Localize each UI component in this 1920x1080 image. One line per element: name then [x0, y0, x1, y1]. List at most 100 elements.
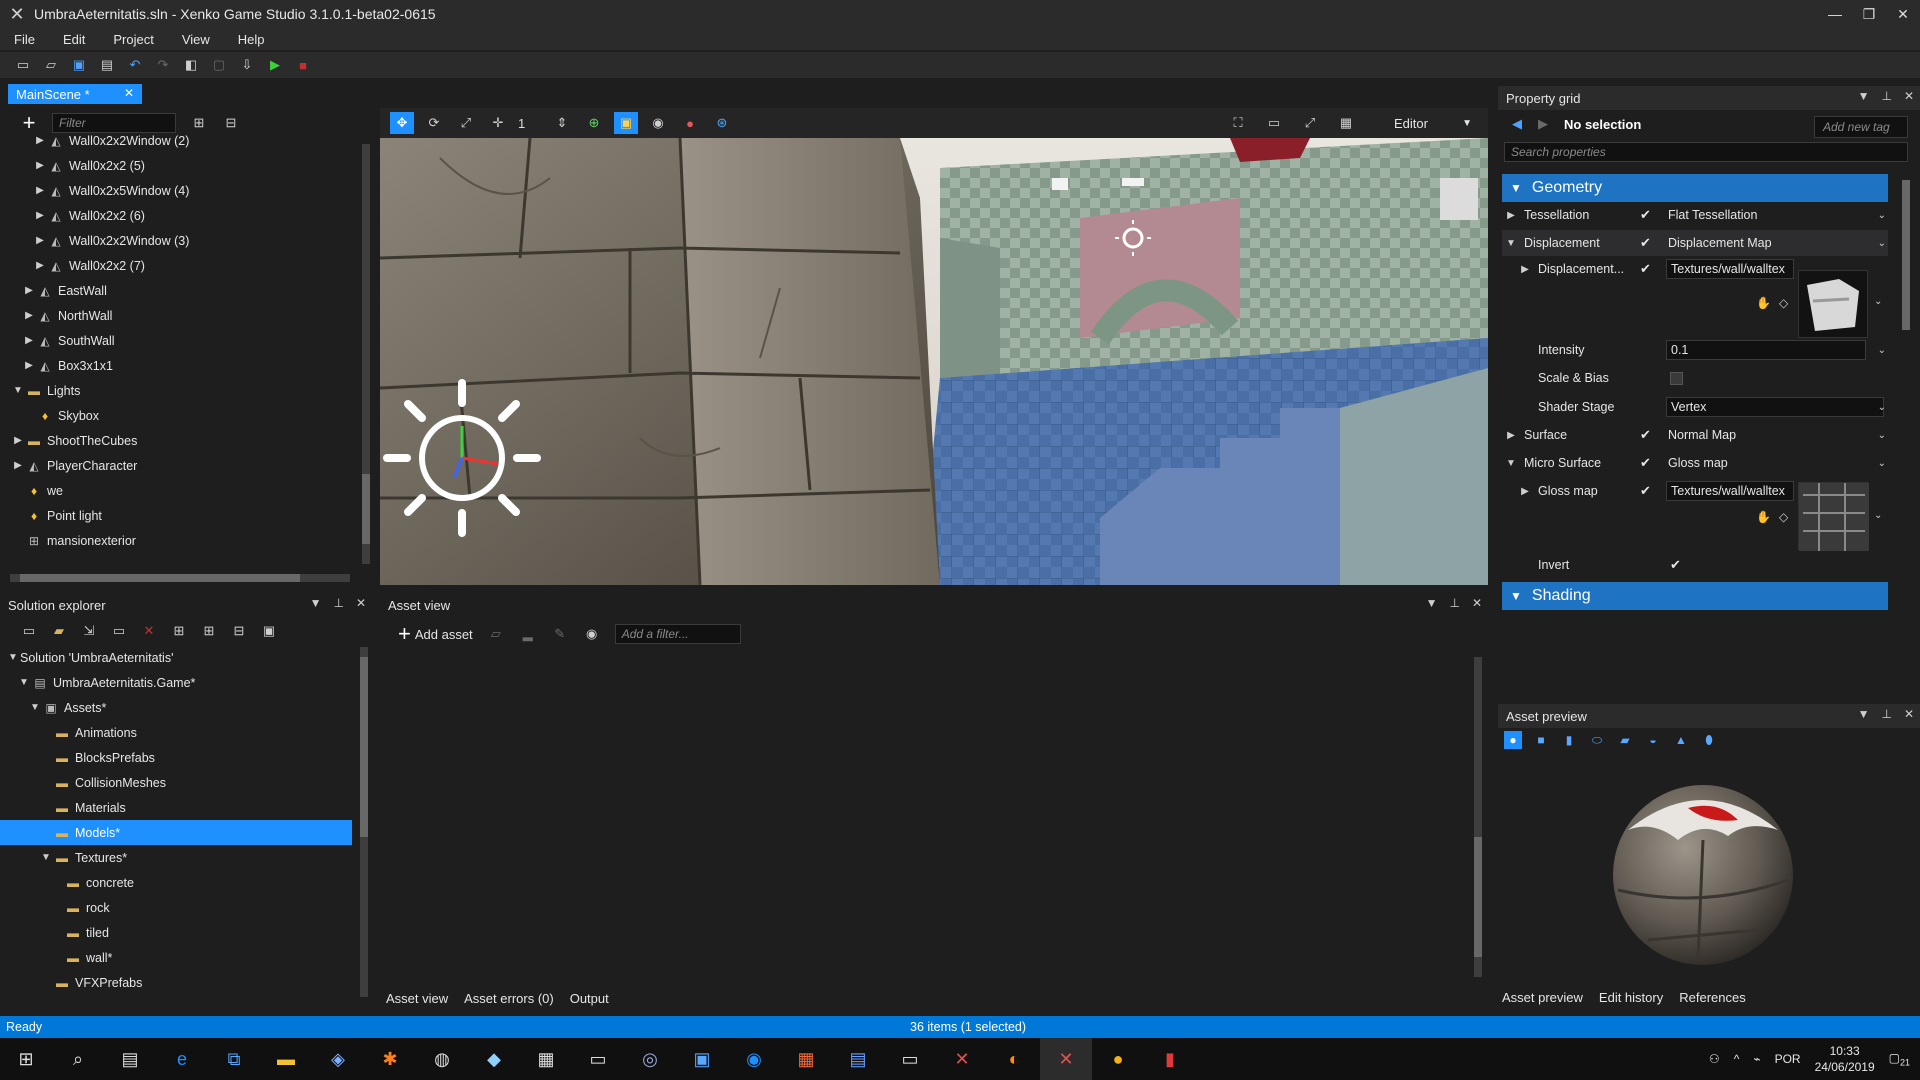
rotate-icon[interactable]: ⟳	[422, 112, 446, 134]
panel-close-icon[interactable]: ✕	[1904, 707, 1914, 721]
tab-references[interactable]: References	[1679, 990, 1745, 1005]
translate-icon[interactable]: ✥	[390, 112, 414, 134]
expand-icon[interactable]: ▶	[1502, 210, 1520, 221]
expand-icon[interactable]: ▶	[1502, 430, 1520, 441]
new-item-icon[interactable]: ▭	[20, 622, 38, 640]
terminal-icon[interactable]: ▭	[572, 1038, 624, 1080]
hand-icon[interactable]: ✋	[1756, 510, 1771, 524]
chevron-down-icon[interactable]: ⌄	[1874, 296, 1882, 307]
hierarchy-item[interactable]: ▶ ▬ ShootTheCubes	[0, 428, 360, 453]
blender-icon[interactable]: ◐	[988, 1038, 1040, 1080]
grid-icon[interactable]: ⊕	[582, 112, 606, 134]
hierarchy-item[interactable]: ▶ ◭ Wall0x2x2Window (2)	[0, 128, 360, 153]
grid-app-icon[interactable]: ▦	[780, 1038, 832, 1080]
snap-stepper-icon[interactable]: ⇕	[550, 112, 574, 134]
prop-displacement-value[interactable]: Displacement Map	[1668, 236, 1772, 250]
expand-icon[interactable]: ⊞	[200, 622, 218, 640]
hierarchy-item[interactable]: ▶ ◭ Wall0x2x2 (5)	[0, 153, 360, 178]
hierarchy-item[interactable]: ▶ ◭ SouthWall	[0, 328, 360, 353]
open-icon[interactable]: ▱	[42, 56, 60, 74]
solution-item[interactable]: ▬ VFXPrefabs	[0, 970, 352, 995]
forward-icon[interactable]: ▶	[1534, 115, 1552, 133]
xenko-launcher-icon[interactable]: ✕	[936, 1038, 988, 1080]
prop-micro-surface-value[interactable]: Gloss map	[1668, 456, 1728, 470]
panel-menu-icon[interactable]: ▼	[310, 596, 322, 610]
undo-icon[interactable]: ↶	[126, 56, 144, 74]
shader-stage-select[interactable]: Vertex	[1666, 397, 1884, 417]
hierarchy-item[interactable]: ♦ we	[0, 478, 360, 503]
delete-icon[interactable]: ✕	[140, 622, 158, 640]
stop-icon[interactable]: ■	[294, 56, 312, 74]
property-scroll-thumb[interactable]	[1902, 180, 1910, 330]
prop-surface-value[interactable]: Normal Map	[1668, 428, 1736, 442]
expand-arrow-icon[interactable]: ▶	[33, 160, 47, 171]
solution-scroll-thumb[interactable]	[360, 657, 368, 837]
displacement-map-path-field[interactable]: Textures/wall/walltex	[1666, 259, 1794, 279]
search-icon[interactable]: ⌕	[52, 1038, 104, 1080]
category-geometry[interactable]: ▼ Geometry	[1502, 174, 1888, 202]
language-indicator[interactable]: POR	[1775, 1052, 1801, 1066]
menu-view[interactable]: View	[168, 32, 224, 47]
file-explorer-icon[interactable]: ▬	[260, 1038, 312, 1080]
menu-help[interactable]: Help	[224, 32, 279, 47]
visual-studio-icon[interactable]: ◈	[312, 1038, 364, 1080]
chevron-down-icon[interactable]: ⌄	[1874, 510, 1882, 521]
globe-app-icon[interactable]: ◎	[624, 1038, 676, 1080]
notifications-icon[interactable]: ▢21	[1889, 1051, 1910, 1067]
prop-tessellation-value[interactable]: Flat Tessellation	[1668, 208, 1757, 222]
solution-scrollbar[interactable]	[360, 647, 368, 997]
notes-app-icon[interactable]: ◆	[468, 1038, 520, 1080]
collapse-arrow-icon[interactable]: ▼	[6, 652, 20, 663]
hierarchy-item[interactable]: ▶ ◭ Wall0x2x2 (7)	[0, 253, 360, 278]
hierarchy-hscroll-thumb[interactable]	[20, 574, 300, 582]
yellow-app-icon[interactable]: ●	[1092, 1038, 1144, 1080]
expand-arrow-icon[interactable]: ▶	[11, 435, 25, 446]
calculator-icon[interactable]: ▦	[520, 1038, 572, 1080]
remote-app-icon[interactable]: ▣	[676, 1038, 728, 1080]
solution-item[interactable]: ▼ Solution 'UmbraAeternitatis'	[0, 645, 352, 670]
hierarchy-item[interactable]: ⊞ mansionexterior	[0, 528, 360, 553]
displacement-texture-thumbnail[interactable]	[1798, 270, 1868, 338]
clock[interactable]: 10:33 24/06/2019	[1815, 1043, 1875, 1075]
category-shading[interactable]: ▼ Shading	[1502, 582, 1888, 610]
search-properties-input[interactable]: Search properties	[1504, 142, 1908, 162]
scene-viewport[interactable]: ConcreteMaterialConcrete2Material!GridMT…	[380, 138, 1488, 585]
steam-icon[interactable]: ◍	[416, 1038, 468, 1080]
panel-menu-icon[interactable]: ▼	[1858, 89, 1870, 103]
expand-arrow-icon[interactable]: ▶	[22, 335, 36, 346]
hierarchy-item[interactable]: ▶ ◭ EastWall	[0, 278, 360, 303]
preview-sphere-icon[interactable]: ●	[1504, 731, 1522, 749]
dependency-icon[interactable]: ⊞	[170, 622, 188, 640]
expand-icon[interactable]: ▶	[1516, 264, 1534, 275]
preview-cube-icon[interactable]: ■	[1532, 731, 1550, 749]
hierarchy-item[interactable]: ▶ ◭ Box3x1x1	[0, 353, 360, 378]
intensity-field[interactable]: 0.1	[1666, 340, 1866, 360]
panel-close-icon[interactable]: ✕	[1904, 89, 1914, 103]
expand-arrow-icon[interactable]: ▶	[33, 210, 47, 221]
tab-mainscene[interactable]: MainScene * ✕	[8, 84, 142, 104]
asset-scrollbar[interactable]	[1474, 657, 1482, 977]
light-gizmo-icon[interactable]	[383, 379, 541, 537]
preview-cylinder-icon[interactable]: ▮	[1560, 731, 1578, 749]
expand-arrow-icon[interactable]: ▶	[33, 185, 47, 196]
collapse-arrow-icon[interactable]: ▼	[17, 677, 31, 688]
panel-close-icon[interactable]: ✕	[356, 596, 366, 610]
surface-checkbox[interactable]: ✔	[1640, 428, 1654, 442]
tessellation-checkbox[interactable]: ✔	[1640, 208, 1654, 222]
hierarchy-item[interactable]: ▶ ◭ Wall0x2x2 (6)	[0, 203, 360, 228]
hierarchy-item[interactable]: ♦ Skybox	[0, 403, 360, 428]
collapse-arrow-icon[interactable]: ▼	[11, 385, 25, 396]
new-project-icon[interactable]: ▭	[14, 56, 32, 74]
chevron-down-icon[interactable]: ⌄	[1878, 402, 1886, 413]
solution-item[interactable]: ▼ ▤ UmbraAeternitatis.Game*	[0, 670, 352, 695]
tab-asset-view[interactable]: Asset view	[386, 991, 448, 1006]
asset-scroll-thumb[interactable]	[1474, 837, 1482, 957]
solution-item[interactable]: ▼ ▣ Assets*	[0, 695, 352, 720]
hierarchy-scrollbar[interactable]	[362, 144, 370, 564]
solution-item[interactable]: ▬ BlocksPrefabs	[0, 745, 352, 770]
preview-teapot-icon[interactable]: ◒	[1644, 731, 1662, 749]
tab-output[interactable]: Output	[570, 991, 609, 1006]
preview-capsule-icon[interactable]: ⬮	[1700, 731, 1718, 749]
chevron-down-icon[interactable]: ⌄	[1878, 430, 1886, 441]
collapse-arrow-icon[interactable]: ▼	[39, 852, 53, 863]
